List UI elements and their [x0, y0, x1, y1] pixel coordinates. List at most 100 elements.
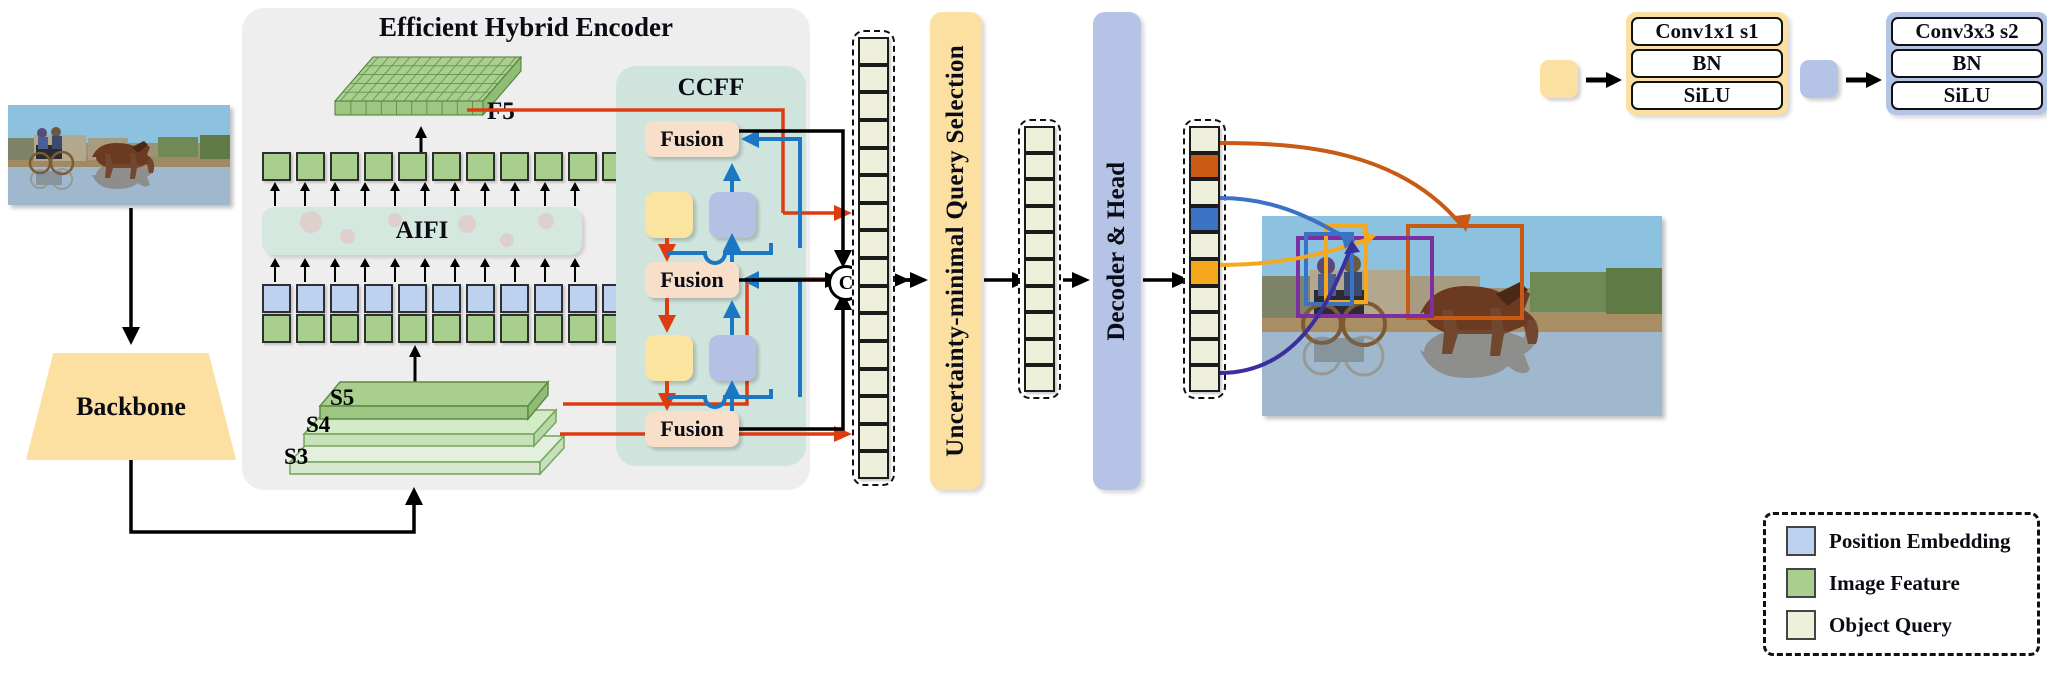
fusion-top-label: Fusion — [660, 126, 724, 151]
legend-item-image-feature: Image Feature — [1786, 568, 1960, 598]
flow-arrow — [540, 258, 550, 282]
flow-arrow — [390, 258, 400, 282]
flow-arrow — [450, 258, 460, 282]
conv1x1-row-1: BN — [1631, 49, 1783, 78]
conv3x3-card: Conv3x3 s2 BN SiLU — [1886, 12, 2047, 115]
object-query-box — [858, 258, 889, 286]
flow-arrow — [270, 182, 280, 206]
legend-label-position-embedding: Position Embedding — [1829, 528, 2011, 553]
fusion-bot-label: Fusion — [660, 416, 724, 441]
legend-label-image-feature: Image Feature — [1829, 570, 1960, 595]
conv3x3-block-upper — [709, 192, 756, 238]
token-cell — [466, 152, 495, 181]
decoder-head-label: Decoder & Head — [1103, 161, 1130, 341]
object-query-box — [1189, 338, 1220, 366]
conv3x3-row-2: SiLU — [1891, 81, 2043, 110]
token-row-image-feature-top — [262, 152, 631, 181]
legend-swatch-image-feature — [1786, 568, 1816, 598]
token-row-image-feature-bottom — [262, 314, 631, 343]
flow-arrow — [420, 258, 430, 282]
fusion-block-top: Fusion — [645, 121, 739, 157]
flow-arrow — [330, 258, 340, 282]
decoder-output-query-column — [1183, 119, 1226, 399]
arrows-tokens-to-aifi — [262, 258, 588, 282]
legend-item-object-query: Object Query — [1786, 610, 1952, 640]
selected-object-query — [1189, 258, 1220, 286]
flow-arrow — [540, 182, 550, 206]
uncertainty-query-selection-label: Uncertainty-minimal Query Selection — [942, 45, 969, 457]
object-query-box — [1024, 126, 1055, 153]
aifi-label: AIFI — [395, 217, 449, 244]
flow-arrow — [330, 182, 340, 206]
object-query-box — [1189, 126, 1220, 153]
object-query-box — [858, 340, 889, 369]
legend-label-object-query: Object Query — [1829, 612, 1953, 637]
token-cell — [364, 284, 393, 313]
conv3x3-row-0: Conv3x3 s2 — [1891, 17, 2043, 46]
token-cell — [262, 152, 291, 181]
token-cell — [534, 152, 563, 181]
token-cell — [568, 284, 597, 313]
token-cell — [330, 314, 359, 343]
object-query-box — [1189, 179, 1220, 206]
token-cell — [432, 152, 461, 181]
token-cell — [432, 314, 461, 343]
object-query-box — [858, 313, 889, 341]
object-query-box — [1024, 338, 1055, 366]
token-cell — [364, 314, 393, 343]
fusion-mid-label: Fusion — [660, 267, 724, 292]
object-query-box — [858, 396, 889, 424]
object-query-box — [858, 147, 889, 176]
conv3x3-block-lower — [709, 335, 756, 381]
flow-arrow — [570, 182, 580, 206]
object-query-box — [1189, 365, 1220, 392]
object-query-box — [1189, 312, 1220, 339]
token-cell — [330, 284, 359, 313]
token-cell — [466, 284, 495, 313]
token-cell — [500, 152, 529, 181]
ccff-title: CCFF — [677, 74, 745, 101]
conv1x1-block-lower — [645, 335, 693, 381]
token-cell — [296, 284, 325, 313]
object-query-box — [1189, 285, 1220, 313]
conv1x1-row-2: SiLU — [1631, 81, 1783, 110]
flow-arrow — [480, 182, 490, 206]
flow-arrow — [480, 258, 490, 282]
conv1x1-block-upper — [645, 192, 693, 238]
flow-arrow — [360, 182, 370, 206]
token-cell — [364, 152, 393, 181]
token-cell — [262, 314, 291, 343]
object-query-box — [858, 230, 889, 258]
conv1x1-swatch — [1540, 60, 1578, 98]
conv3x3-row-1: BN — [1891, 49, 2043, 78]
plane-label-s5: S5 — [330, 385, 355, 410]
conv3x3-swatch — [1800, 60, 1838, 98]
object-query-box — [858, 368, 889, 397]
flow-arrow — [510, 258, 520, 282]
legend-swatch-object-query — [1786, 610, 1816, 640]
object-query-box — [1024, 312, 1055, 339]
conv3x3-arrow — [1846, 72, 1882, 88]
object-query-box — [858, 451, 889, 479]
flow-arrow — [360, 258, 370, 282]
object-query-box — [858, 119, 889, 148]
object-query-box — [858, 92, 889, 120]
aifi-module: AIFI — [262, 207, 582, 255]
flow-arrow — [300, 182, 310, 206]
flow-arrow — [300, 258, 310, 282]
object-query-box — [1024, 285, 1055, 313]
plane-label-s4: S4 — [306, 412, 331, 437]
flow-arrow — [390, 182, 400, 206]
flow-arrow — [450, 182, 460, 206]
conv1x1-card: Conv1x1 s1 BN SiLU — [1626, 12, 1788, 115]
token-cell — [296, 152, 325, 181]
token-cell — [398, 284, 427, 313]
token-cell — [568, 152, 597, 181]
token-cell — [398, 152, 427, 181]
encoder-title: Efficient Hybrid Encoder — [379, 12, 673, 42]
flow-arrow — [570, 258, 580, 282]
object-query-box — [1024, 232, 1055, 259]
object-query-box — [1024, 365, 1055, 392]
token-cell — [466, 314, 495, 343]
token-cell — [500, 284, 529, 313]
